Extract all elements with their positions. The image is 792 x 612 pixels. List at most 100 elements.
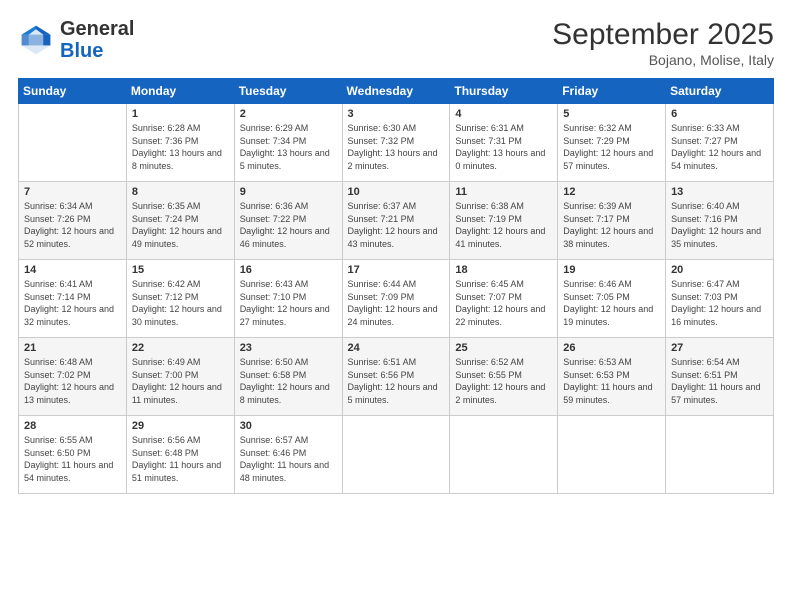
calendar-cell (342, 416, 450, 494)
day-number: 6 (671, 108, 768, 120)
logo: General Blue (18, 18, 134, 62)
day-info: Sunrise: 6:47 AM Sunset: 7:03 PM Dayligh… (671, 278, 768, 328)
calendar-cell: 13 Sunrise: 6:40 AM Sunset: 7:16 PM Dayli… (666, 182, 774, 260)
day-number: 19 (563, 264, 660, 276)
calendar-cell: 21Sunrise: 6:48 AM Sunset: 7:02 PM Dayli… (19, 338, 127, 416)
day-number: 22 (132, 342, 229, 354)
day-info: Sunrise: 6:44 AM Sunset: 7:09 PM Dayligh… (348, 278, 445, 328)
calendar-cell: 5 Sunrise: 6:32 AM Sunset: 7:29 PM Daylig… (558, 104, 666, 182)
calendar-cell: 26 Sunrise: 6:53 AM Sunset: 6:53 PM Dayli… (558, 338, 666, 416)
calendar-cell: 16Sunrise: 6:43 AM Sunset: 7:10 PM Dayli… (234, 260, 342, 338)
calendar-cell: 23Sunrise: 6:50 AM Sunset: 6:58 PM Dayli… (234, 338, 342, 416)
title-block: September 2025 Bojano, Molise, Italy (552, 18, 774, 68)
day-number: 26 (563, 342, 660, 354)
day-info: Sunrise: 6:30 AM Sunset: 7:32 PM Dayligh… (348, 122, 445, 172)
day-number: 9 (240, 186, 337, 198)
calendar-cell: 22 Sunrise: 6:49 AM Sunset: 7:00 PM Dayli… (126, 338, 234, 416)
day-info: Sunrise: 6:42 AM Sunset: 7:12 PM Dayligh… (132, 278, 229, 328)
calendar-cell: 10 Sunrise: 6:37 AM Sunset: 7:21 PM Dayli… (342, 182, 450, 260)
calendar-cell: 18 Sunrise: 6:45 AM Sunset: 7:07 PM Dayli… (450, 260, 558, 338)
calendar-cell: 17 Sunrise: 6:44 AM Sunset: 7:09 PM Dayli… (342, 260, 450, 338)
day-number: 18 (455, 264, 552, 276)
day-number: 8 (132, 186, 229, 198)
day-info: Sunrise: 6:38 AM Sunset: 7:19 PM Dayligh… (455, 200, 552, 250)
calendar-cell (19, 104, 127, 182)
day-number: 28 (24, 420, 121, 432)
day-info: Sunrise: 6:56 AM Sunset: 6:48 PM Dayligh… (132, 434, 229, 484)
day-number: 23 (240, 342, 337, 354)
day-info: Sunrise: 6:55 AM Sunset: 6:50 PM Dayligh… (24, 434, 121, 484)
col-saturday: Saturday (666, 79, 774, 104)
calendar-cell: 1Sunrise: 6:28 AM Sunset: 7:36 PM Daylig… (126, 104, 234, 182)
col-thursday: Thursday (450, 79, 558, 104)
calendar-cell: 20 Sunrise: 6:47 AM Sunset: 7:03 PM Dayli… (666, 260, 774, 338)
day-info: Sunrise: 6:51 AM Sunset: 6:56 PM Dayligh… (348, 356, 445, 406)
calendar-cell: 9 Sunrise: 6:36 AM Sunset: 7:22 PM Daylig… (234, 182, 342, 260)
day-number: 17 (348, 264, 445, 276)
calendar-cell: 7 Sunrise: 6:34 AM Sunset: 7:26 PM Daylig… (19, 182, 127, 260)
calendar-week-0: 1Sunrise: 6:28 AM Sunset: 7:36 PM Daylig… (19, 104, 774, 182)
col-monday: Monday (126, 79, 234, 104)
day-number: 29 (132, 420, 229, 432)
day-number: 7 (24, 186, 121, 198)
day-info: Sunrise: 6:32 AM Sunset: 7:29 PM Dayligh… (563, 122, 660, 172)
calendar-cell: 12 Sunrise: 6:39 AM Sunset: 7:17 PM Dayli… (558, 182, 666, 260)
calendar-cell (450, 416, 558, 494)
col-wednesday: Wednesday (342, 79, 450, 104)
day-number: 5 (563, 108, 660, 120)
day-number: 4 (455, 108, 552, 120)
location: Bojano, Molise, Italy (552, 52, 774, 68)
calendar-cell: 14 Sunrise: 6:41 AM Sunset: 7:14 PM Dayli… (19, 260, 127, 338)
calendar-cell (666, 416, 774, 494)
day-number: 21 (24, 342, 121, 354)
day-number: 25 (455, 342, 552, 354)
logo-blue: Blue (60, 40, 103, 62)
day-info: Sunrise: 6:54 AM Sunset: 6:51 PM Dayligh… (671, 356, 768, 406)
day-info: Sunrise: 6:29 AM Sunset: 7:34 PM Dayligh… (240, 122, 337, 172)
day-number: 11 (455, 186, 552, 198)
logo-icon (18, 22, 54, 58)
day-info: Sunrise: 6:39 AM Sunset: 7:17 PM Dayligh… (563, 200, 660, 250)
calendar-cell: 27 Sunrise: 6:54 AM Sunset: 6:51 PM Dayli… (666, 338, 774, 416)
header: General Blue September 2025 Bojano, Moli… (18, 18, 774, 68)
calendar-week-1: 7 Sunrise: 6:34 AM Sunset: 7:26 PM Daylig… (19, 182, 774, 260)
day-info: Sunrise: 6:34 AM Sunset: 7:26 PM Dayligh… (24, 200, 121, 250)
calendar-week-4: 28 Sunrise: 6:55 AM Sunset: 6:50 PM Dayli… (19, 416, 774, 494)
day-info: Sunrise: 6:28 AM Sunset: 7:36 PM Dayligh… (132, 122, 229, 172)
day-number: 20 (671, 264, 768, 276)
day-info: Sunrise: 6:57 AM Sunset: 6:46 PM Dayligh… (240, 434, 337, 484)
col-sunday: Sunday (19, 79, 127, 104)
day-number: 16 (240, 264, 337, 276)
day-info: Sunrise: 6:36 AM Sunset: 7:22 PM Dayligh… (240, 200, 337, 250)
day-number: 14 (24, 264, 121, 276)
calendar-cell: 29 Sunrise: 6:56 AM Sunset: 6:48 PM Dayli… (126, 416, 234, 494)
day-info: Sunrise: 6:41 AM Sunset: 7:14 PM Dayligh… (24, 278, 121, 328)
day-info: Sunrise: 6:53 AM Sunset: 6:53 PM Dayligh… (563, 356, 660, 406)
day-number: 12 (563, 186, 660, 198)
day-number: 15 (132, 264, 229, 276)
day-number: 24 (348, 342, 445, 354)
day-info: Sunrise: 6:33 AM Sunset: 7:27 PM Dayligh… (671, 122, 768, 172)
calendar-cell (558, 416, 666, 494)
day-number: 27 (671, 342, 768, 354)
month-title: September 2025 (552, 18, 774, 52)
day-info: Sunrise: 6:37 AM Sunset: 7:21 PM Dayligh… (348, 200, 445, 250)
header-row: Sunday Monday Tuesday Wednesday Thursday… (19, 79, 774, 104)
day-number: 13 (671, 186, 768, 198)
day-number: 2 (240, 108, 337, 120)
day-info: Sunrise: 6:40 AM Sunset: 7:16 PM Dayligh… (671, 200, 768, 250)
day-info: Sunrise: 6:45 AM Sunset: 7:07 PM Dayligh… (455, 278, 552, 328)
day-info: Sunrise: 6:49 AM Sunset: 7:00 PM Dayligh… (132, 356, 229, 406)
day-number: 10 (348, 186, 445, 198)
calendar-cell: 2 Sunrise: 6:29 AM Sunset: 7:34 PM Daylig… (234, 104, 342, 182)
day-number: 30 (240, 420, 337, 432)
calendar-week-2: 14 Sunrise: 6:41 AM Sunset: 7:14 PM Dayli… (19, 260, 774, 338)
logo-text: General Blue (60, 18, 134, 62)
day-info: Sunrise: 6:31 AM Sunset: 7:31 PM Dayligh… (455, 122, 552, 172)
calendar-cell: 4 Sunrise: 6:31 AM Sunset: 7:31 PM Daylig… (450, 104, 558, 182)
day-info: Sunrise: 6:35 AM Sunset: 7:24 PM Dayligh… (132, 200, 229, 250)
calendar-cell: 6 Sunrise: 6:33 AM Sunset: 7:27 PM Daylig… (666, 104, 774, 182)
page: General Blue September 2025 Bojano, Moli… (0, 0, 792, 612)
calendar-table: Sunday Monday Tuesday Wednesday Thursday… (18, 78, 774, 494)
day-info: Sunrise: 6:46 AM Sunset: 7:05 PM Dayligh… (563, 278, 660, 328)
